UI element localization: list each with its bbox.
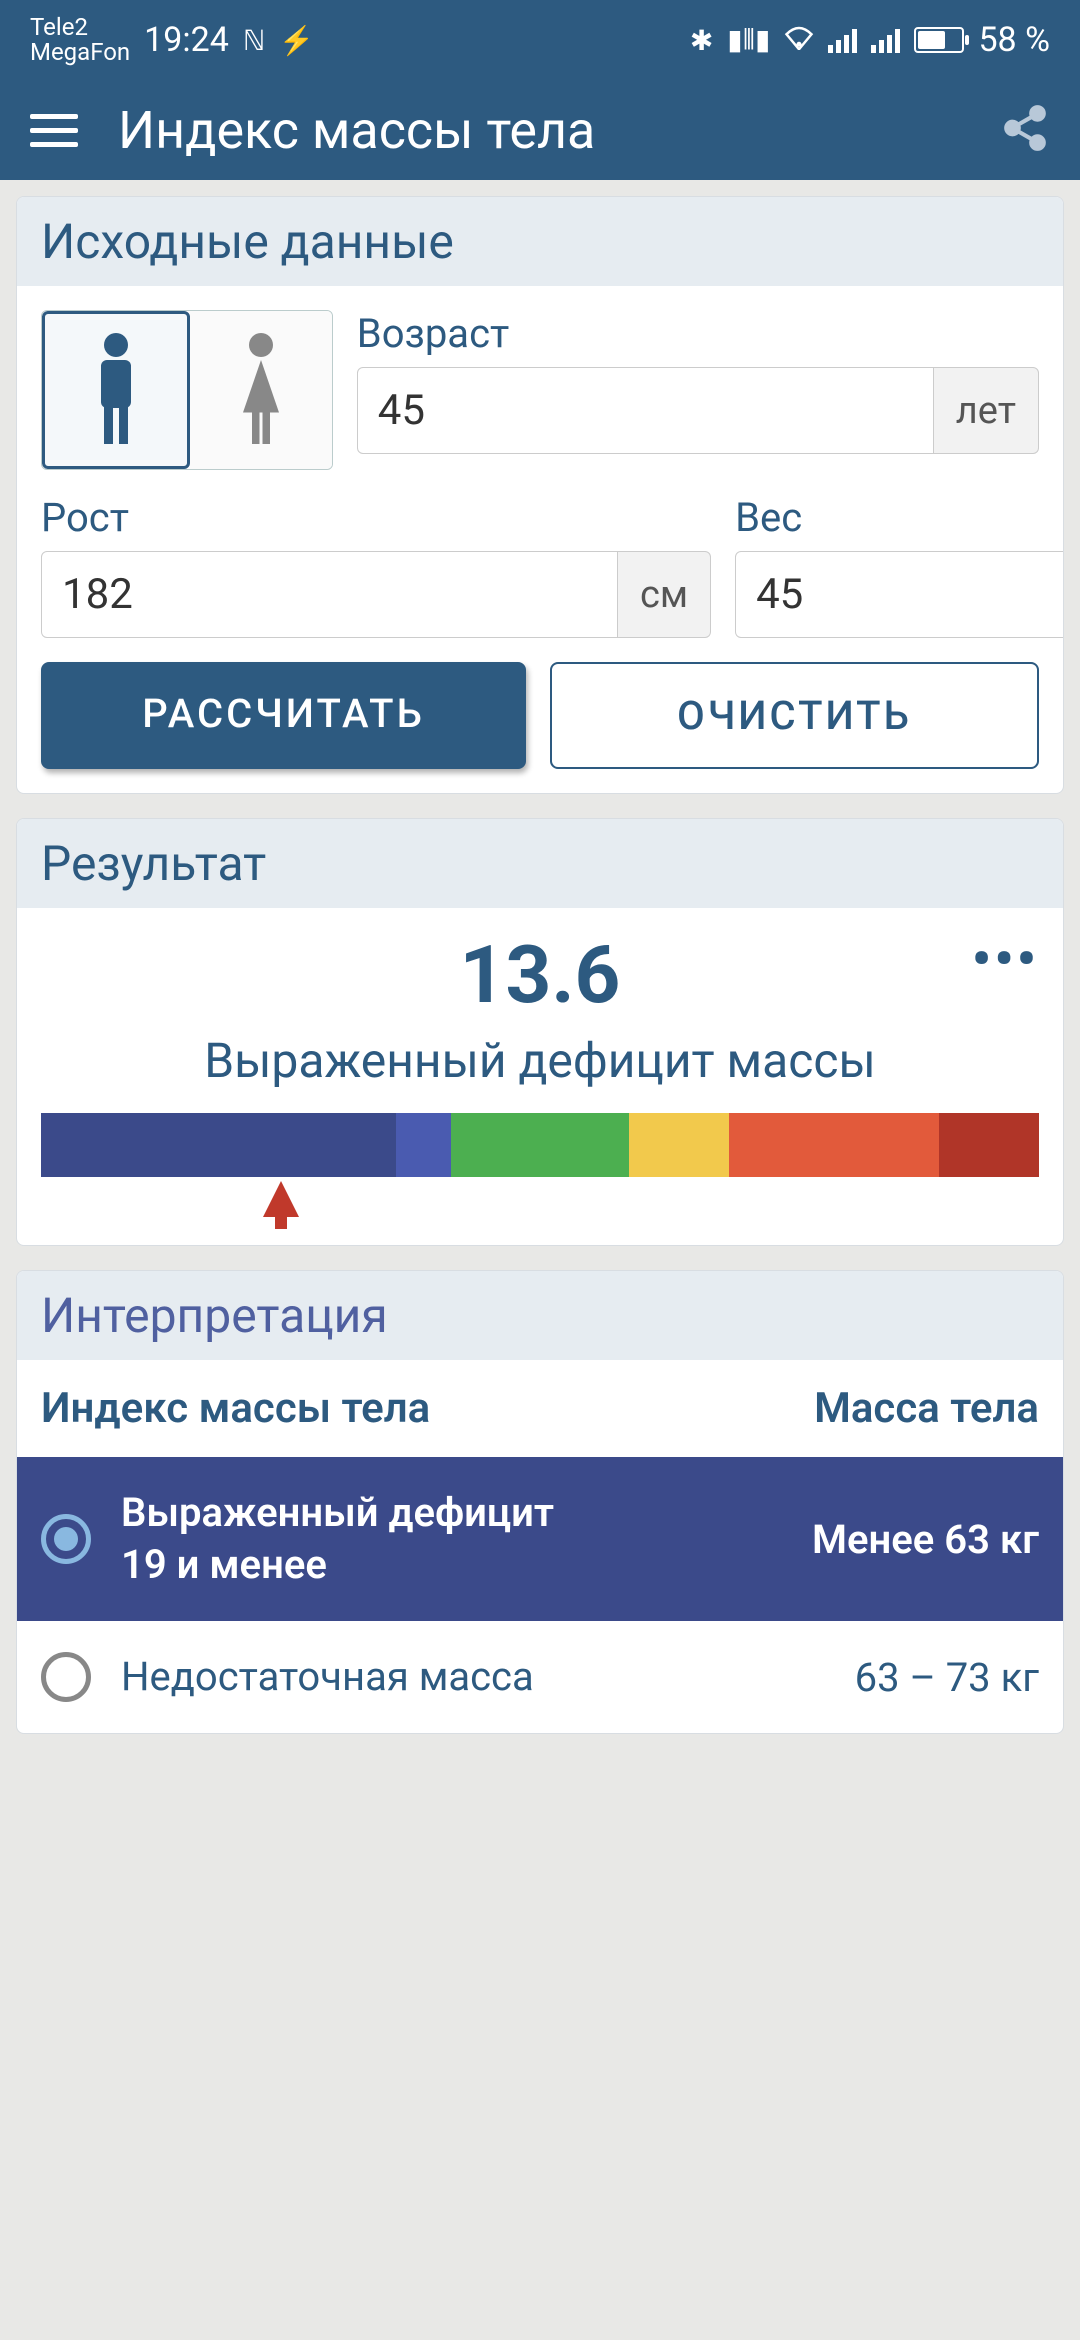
input-card: Исходные данные Возраст [16,196,1064,794]
height-label: Рост [41,494,711,541]
interp-row-1[interactable]: Выраженный дефицит19 и менее Менее 63 кг [17,1457,1063,1621]
page-title: Индекс массы тела [118,100,960,161]
bmi-scale [41,1113,1039,1177]
radio-icon [41,1652,91,1702]
vibrate-icon: ▮⦀▮ [727,23,770,57]
gender-female-button[interactable] [190,311,332,469]
height-unit: см [618,551,711,638]
interp-row-label: Недостаточная масса [121,1651,623,1703]
weight-input[interactable] [735,551,1064,638]
more-button[interactable]: ••• [972,928,1039,991]
calculate-button[interactable]: РАССЧИТАТЬ [41,662,526,769]
clear-button[interactable]: ОЧИСТИТЬ [550,662,1039,769]
share-button[interactable] [1000,103,1050,157]
wifi-icon [784,24,814,57]
carrier-2: MegaFon [30,40,130,65]
result-value: 13.6 [460,928,621,1022]
status-time: 19:24 [144,20,229,60]
result-description: Выраженный дефицит массы [17,1032,1063,1113]
interpretation-title: Интерпретация [17,1271,1063,1360]
result-card-title: Результат [17,819,1063,908]
app-bar: Индекс массы тела [0,80,1080,180]
interp-row-value: 63 – 73 кг [653,1654,1039,1701]
nfc-icon: ℕ [243,24,265,57]
interpretation-header: Индекс массы тела Масса тела [17,1360,1063,1457]
signal-2-icon [871,27,900,53]
interp-col2: Масса тела [605,1384,1039,1433]
status-bar: Tele2 MegaFon 19:24 ℕ ⚡ ✱ ▮⦀▮ 58 % [0,0,1080,80]
gender-male-button[interactable] [42,311,190,469]
interp-col1: Индекс массы тела [41,1384,605,1433]
age-input[interactable] [357,367,934,454]
gender-toggle [41,310,333,470]
interpretation-card: Интерпретация Индекс массы тела Масса те… [16,1270,1064,1734]
bluetooth-icon: ✱ [690,24,713,57]
battery-icon [914,27,964,53]
age-label: Возраст [357,310,1039,357]
interp-row-label: Выраженный дефицит19 и менее [121,1487,623,1591]
status-extra-icon: ⚡ [279,24,314,57]
menu-button[interactable] [30,114,78,147]
interp-row-2[interactable]: Недостаточная масса 63 – 73 кг [17,1621,1063,1733]
battery-pct: 58 % [978,20,1050,60]
result-card: Результат 13.6 ••• Выраженный дефицит ма… [16,818,1064,1246]
scale-pointer [41,1181,1039,1229]
carrier-1: Tele2 [30,15,130,40]
height-input[interactable] [41,551,618,638]
interp-row-value: Менее 63 кг [653,1516,1039,1563]
age-unit: лет [934,367,1039,454]
radio-icon [41,1514,91,1564]
weight-label: Вес [735,494,1064,541]
input-card-title: Исходные данные [17,197,1063,286]
signal-1-icon [828,27,857,53]
